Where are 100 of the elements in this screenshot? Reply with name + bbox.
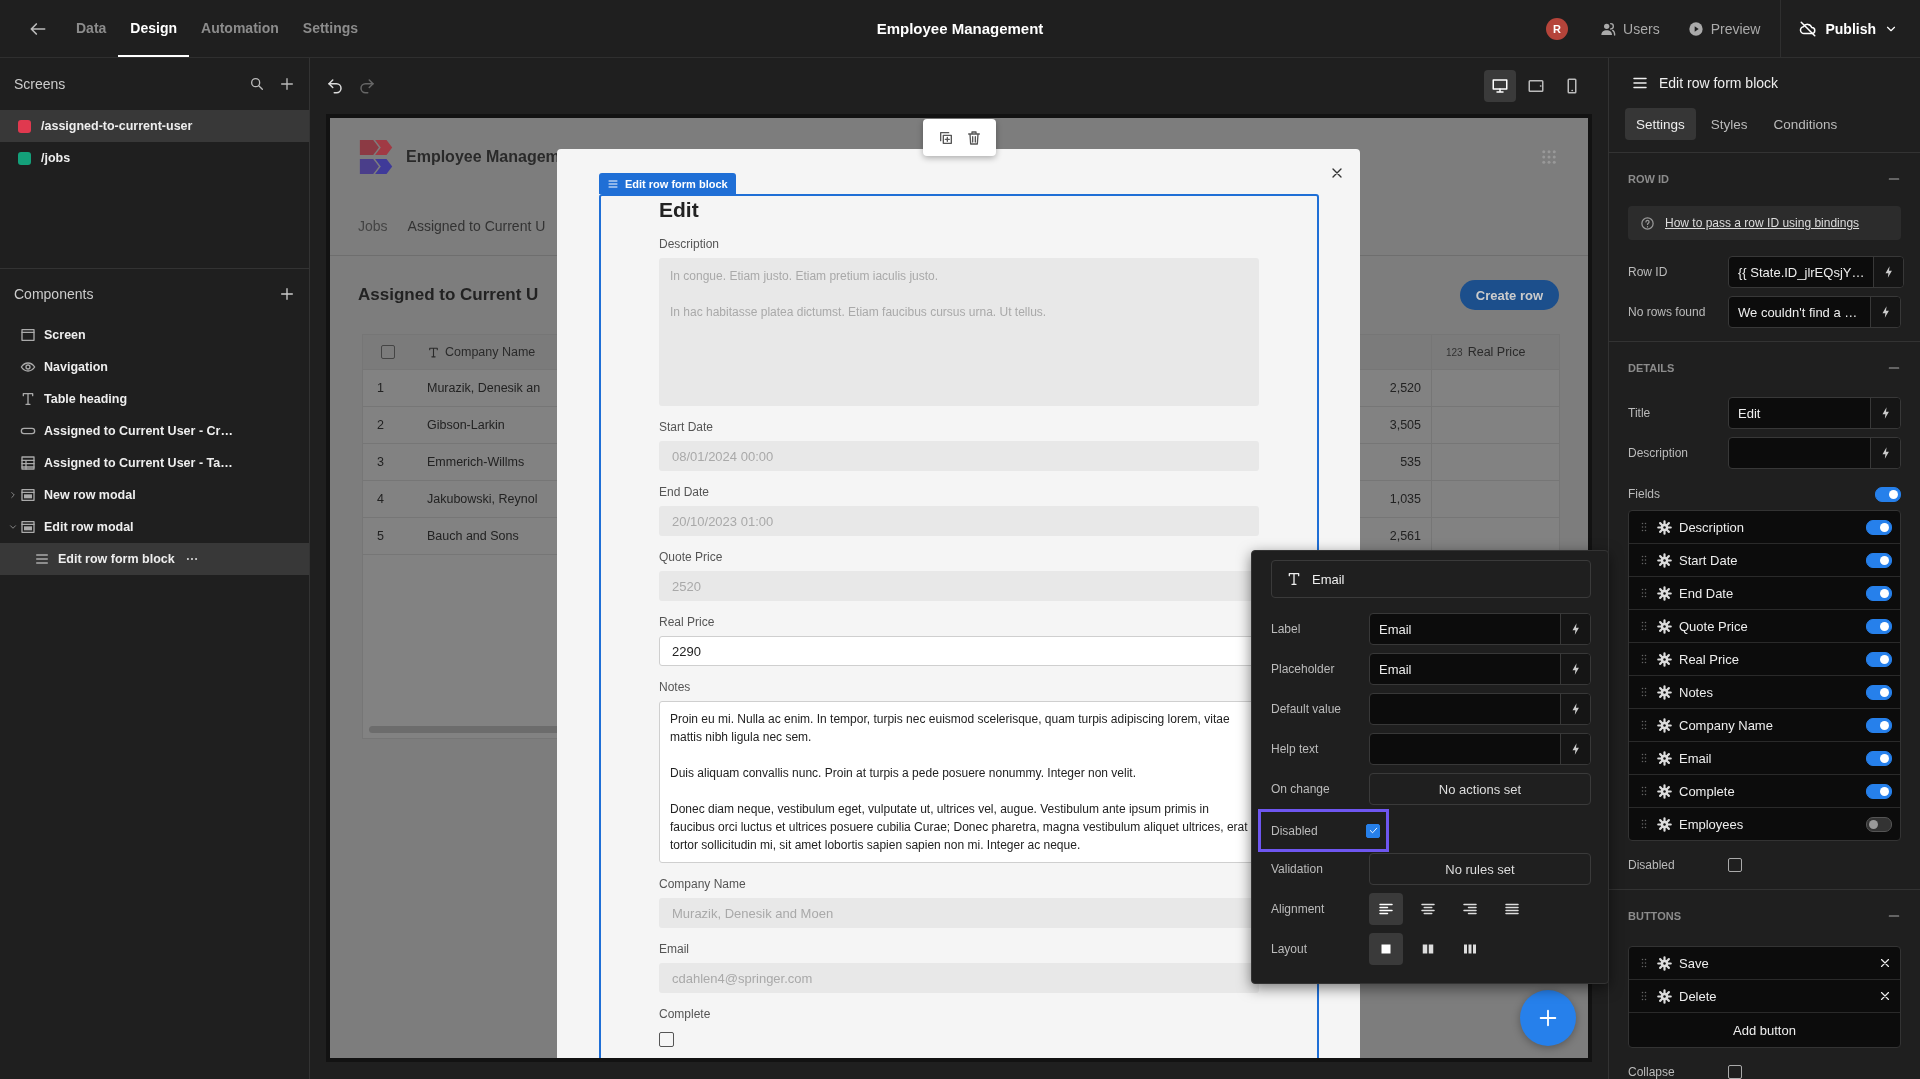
field-label: Disabled — [1271, 823, 1319, 838]
gear-icon[interactable] — [1657, 750, 1672, 766]
gear-icon[interactable] — [1657, 783, 1672, 799]
add-button[interactable]: Add button — [1629, 1013, 1900, 1047]
binding-button[interactable] — [1870, 438, 1900, 468]
publish-button[interactable]: Publish — [1793, 18, 1904, 39]
settings-tab[interactable]: Styles — [1699, 108, 1759, 140]
field-label: Collapse — [1628, 1065, 1676, 1079]
table-cell: 1,035 — [1389, 492, 1421, 506]
gear-icon[interactable] — [1657, 618, 1672, 634]
binding-field[interactable]: {{ State.ID_jlrEQsjY… — [1728, 256, 1905, 288]
settings-tab[interactable]: Settings — [1625, 108, 1696, 140]
toggle-switch[interactable] — [1866, 552, 1892, 568]
gear-icon[interactable] — [1657, 988, 1672, 1004]
binding-field[interactable] — [1369, 733, 1591, 765]
chevron-icon[interactable] — [8, 490, 18, 500]
binding-button[interactable] — [1560, 734, 1590, 764]
form-icon — [607, 177, 619, 190]
undo-icon[interactable] — [326, 77, 344, 95]
checkbox[interactable] — [381, 345, 395, 359]
window-icon — [20, 487, 36, 503]
toggle-switch[interactable] — [1866, 618, 1892, 634]
binding-field[interactable]: We couldn't find a … — [1728, 296, 1901, 328]
tree-item[interactable]: Navigation — [0, 351, 309, 383]
settings-tab[interactable]: Conditions — [1762, 108, 1849, 140]
binding-button[interactable] — [1560, 694, 1590, 724]
tree-item[interactable]: Assigned to Current User - Ta… — [0, 447, 309, 479]
toggle-switch[interactable] — [1875, 486, 1901, 502]
toggle-switch[interactable] — [1866, 717, 1892, 733]
binding-field[interactable]: Email — [1369, 653, 1591, 685]
close-icon[interactable] — [1878, 989, 1892, 1003]
chevron-icon[interactable] — [8, 522, 18, 532]
gear-icon[interactable] — [1657, 717, 1672, 733]
option-button[interactable] — [1369, 933, 1403, 965]
gear-icon[interactable] — [1657, 816, 1672, 832]
toggle-switch[interactable] — [1866, 750, 1892, 766]
checkbox[interactable] — [1366, 823, 1380, 838]
gear-icon[interactable] — [1657, 585, 1672, 601]
nav-tab[interactable]: Design — [118, 0, 190, 57]
gear-icon[interactable] — [1657, 651, 1672, 667]
field-name: Real Price — [1679, 651, 1740, 667]
nav-tab[interactable]: Automation — [189, 0, 291, 57]
text-icon — [20, 391, 36, 407]
option-button[interactable] — [1369, 893, 1403, 925]
tree-item[interactable]: New row modal — [0, 479, 309, 511]
binding-field[interactable] — [1369, 693, 1591, 725]
binding-field[interactable]: Edit — [1728, 397, 1901, 429]
create-row-button[interactable]: Create row — [1459, 280, 1559, 310]
binding-button[interactable] — [1870, 297, 1900, 327]
toggle-switch[interactable] — [1866, 816, 1892, 832]
duplicate-icon[interactable] — [937, 129, 954, 146]
tree-item[interactable]: Assigned to Current User - Cr… — [0, 415, 309, 447]
field-name: Notes — [1679, 684, 1714, 700]
route-item[interactable]: /jobs — [0, 142, 309, 174]
gear-icon[interactable] — [1657, 684, 1672, 700]
toggle-switch[interactable] — [1866, 651, 1892, 667]
gear-icon[interactable] — [1657, 552, 1672, 568]
field-label: Email — [659, 941, 690, 957]
users-button[interactable]: Users — [1586, 20, 1674, 37]
binding-field[interactable]: Email — [1369, 613, 1591, 645]
field-label: Fields — [1628, 487, 1660, 501]
window-icon — [20, 327, 36, 343]
tree-item[interactable]: Edit row form block — [0, 543, 309, 575]
tree-item[interactable]: Edit row modal — [0, 511, 309, 543]
checkbox[interactable] — [1728, 858, 1742, 872]
binding-button[interactable] — [1560, 654, 1590, 684]
search-icon[interactable] — [249, 76, 265, 92]
settings-button[interactable]: No rules set — [1369, 853, 1591, 885]
toggle-switch[interactable] — [1866, 519, 1892, 535]
close-icon[interactable] — [1878, 956, 1892, 970]
field-label: Validation — [1271, 862, 1324, 876]
binding-button[interactable] — [1870, 398, 1900, 428]
add-icon[interactable] — [279, 76, 295, 92]
field-label: Company Name — [659, 876, 747, 892]
route-item[interactable]: /assigned-to-current-user — [0, 110, 309, 142]
binding-field[interactable] — [1728, 437, 1901, 469]
tree-item[interactable]: Screen — [0, 319, 309, 351]
trash-icon[interactable] — [965, 129, 982, 146]
field-label: Default value — [1271, 702, 1343, 716]
toggle-switch[interactable] — [1866, 684, 1892, 700]
table-cell: Bauch and Sons — [427, 529, 519, 543]
checkbox[interactable] — [1728, 1065, 1742, 1079]
toggle-switch[interactable] — [1866, 585, 1892, 601]
tree-item[interactable]: Table heading — [0, 383, 309, 415]
binding-button[interactable] — [1873, 257, 1904, 287]
toggle-switch[interactable] — [1866, 783, 1892, 799]
help-link[interactable]: How to pass a row ID using bindings — [1665, 216, 1860, 230]
add-icon[interactable] — [279, 286, 295, 302]
gear-icon[interactable] — [1657, 519, 1672, 535]
text-type-icon — [427, 345, 440, 359]
gear-icon[interactable] — [1657, 955, 1672, 971]
nav-tab[interactable]: Data — [64, 0, 119, 57]
checkbox[interactable] — [659, 1032, 674, 1047]
settings-button[interactable]: No actions set — [1369, 773, 1591, 805]
binding-button[interactable] — [1560, 614, 1590, 644]
user-avatar[interactable]: R — [1546, 17, 1569, 40]
preview-button[interactable]: Preview — [1673, 20, 1775, 37]
row-number: 3 — [377, 455, 384, 469]
nav-tab[interactable]: Settings — [290, 0, 371, 57]
device-button[interactable] — [1484, 70, 1516, 102]
